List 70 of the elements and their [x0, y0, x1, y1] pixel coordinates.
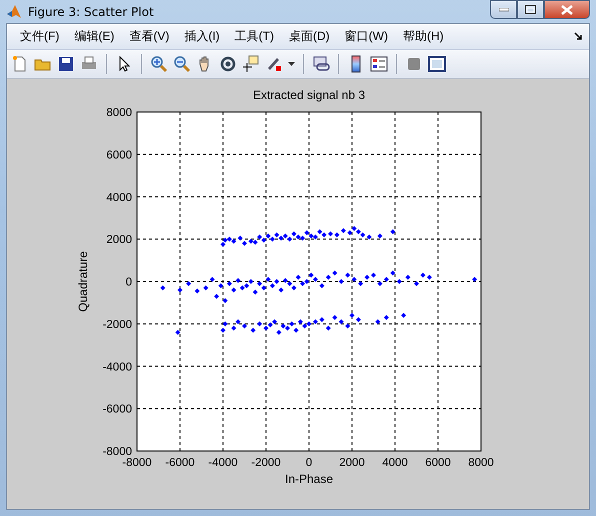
show-tools-icon[interactable]: [428, 55, 446, 73]
data-point: [278, 287, 284, 292]
x-tick-label: -6000: [165, 457, 195, 469]
menu-item[interactable]: 窗口(W): [338, 28, 396, 45]
data-point: [326, 326, 331, 331]
y-tick-label: -8000: [102, 446, 132, 458]
menu-item[interactable]: 插入(I): [177, 28, 228, 45]
y-axis-label: Quadrature: [76, 251, 90, 312]
x-tick-label: 2000: [339, 457, 365, 469]
minimize-button[interactable]: [490, 0, 517, 19]
data-point: [236, 278, 241, 283]
chart-title: Extracted signal nb 3: [252, 88, 366, 102]
maximize-button[interactable]: [517, 0, 544, 19]
y-tick-label: 8000: [106, 107, 132, 119]
zoom-in-icon[interactable]: [150, 55, 168, 73]
x-tick-label: -8000: [122, 457, 152, 469]
menu-item[interactable]: 查看(V): [122, 28, 178, 45]
maximize-icon: [525, 5, 536, 14]
zoom-out-icon[interactable]: [173, 55, 191, 73]
dock-arrow-icon[interactable]: [574, 32, 583, 41]
data-point: [414, 281, 419, 286]
data-point: [194, 288, 200, 294]
data-point: [472, 276, 478, 282]
data-point: [390, 229, 396, 234]
y-tick-label: 4000: [106, 192, 132, 204]
x-tick-label: -4000: [208, 457, 238, 469]
window-title: Figure 3: Scatter Plot: [28, 4, 155, 18]
y-tick-label: -4000: [102, 361, 132, 374]
data-point: [377, 233, 382, 238]
caret-icon[interactable]: [288, 62, 295, 66]
data-point: [160, 285, 166, 290]
menu-item[interactable]: 文件(F): [13, 28, 68, 45]
data-point: [178, 287, 182, 292]
x-tick-label: 8000: [468, 457, 494, 469]
menu-item[interactable]: 帮助(H): [396, 28, 452, 45]
x-tick-label: 0: [306, 457, 312, 469]
data-point: [405, 274, 410, 280]
x-tick-label: 6000: [425, 457, 451, 469]
x-tick-label: 4000: [382, 457, 408, 469]
data-point: [384, 315, 389, 320]
data-point: [401, 312, 406, 318]
data-point: [375, 319, 380, 324]
data-point: [396, 279, 402, 284]
y-tick-label: 6000: [106, 149, 132, 162]
data-point: [252, 290, 258, 295]
y-tick-label: 2000: [106, 234, 132, 246]
data-point: [186, 281, 192, 286]
y-tick-label: -2000: [102, 318, 132, 331]
menu-item[interactable]: 编辑(E): [67, 28, 122, 45]
data-point: [222, 298, 228, 304]
data-point: [203, 285, 208, 290]
hide-tools-icon[interactable]: [405, 55, 423, 73]
app-logo-icon: [6, 4, 22, 20]
menu-item[interactable]: 桌面(D): [282, 28, 338, 45]
data-point: [214, 294, 220, 299]
close-button[interactable]: [544, 0, 590, 19]
x-axis-label: In-Phase: [284, 472, 334, 486]
y-tick-label: -6000: [102, 404, 132, 416]
x-tick-label: -2000: [251, 457, 281, 469]
menu-item[interactable]: 工具(T): [228, 28, 282, 45]
link-icon[interactable]: [312, 55, 330, 73]
save-icon[interactable]: [57, 55, 75, 73]
data-point: [218, 283, 224, 288]
data-cursor-icon[interactable]: [242, 55, 260, 73]
data-point: [210, 276, 215, 282]
y-tick-label: 0: [126, 276, 132, 288]
legend-icon[interactable]: [370, 55, 388, 73]
minimize-icon: [498, 8, 508, 12]
close-icon: [561, 4, 573, 14]
data-point: [175, 330, 180, 335]
